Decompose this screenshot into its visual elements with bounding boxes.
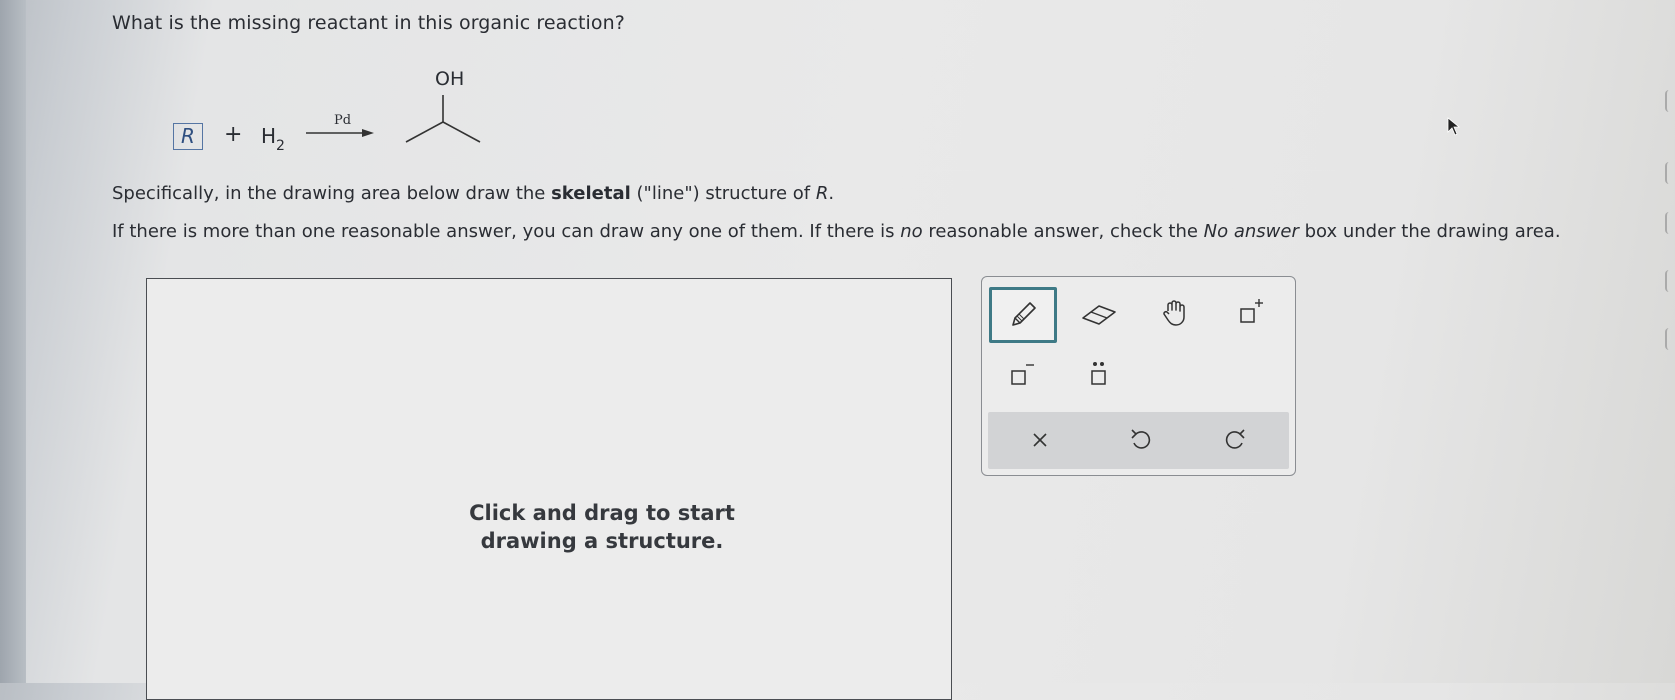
plus-sign: + — [224, 122, 243, 147]
catalyst-label: Pd — [334, 113, 352, 128]
action-bar — [988, 412, 1289, 469]
undo-icon — [1131, 429, 1151, 449]
drawing-canvas[interactable]: Click and drag to start drawing a struct… — [146, 278, 952, 700]
negative-charge-button[interactable] — [996, 351, 1048, 399]
hand-icon — [1163, 300, 1185, 326]
clear-icon — [1033, 433, 1047, 447]
drawing-toolbar — [981, 276, 1296, 476]
reaction-scheme: R + H2 Pd OH — [0, 0, 600, 160]
instruction-specifically: Specifically, in the drawing area below … — [112, 183, 835, 204]
lone-pair-icon — [1091, 362, 1106, 385]
eraser-tool-button[interactable] — [1073, 289, 1125, 337]
redo-button[interactable] — [1210, 416, 1262, 464]
pencil-tool-button[interactable] — [989, 287, 1057, 343]
positive-charge-icon — [1240, 299, 1263, 323]
clear-button[interactable] — [1014, 416, 1066, 464]
product-oh-label: OH — [435, 68, 465, 90]
lone-pair-button[interactable] — [1073, 351, 1125, 399]
undo-button[interactable] — [1114, 416, 1166, 464]
right-edge-controls — [1661, 90, 1675, 690]
hydrogen-label: H2 — [261, 124, 285, 154]
reaction-arrow-icon — [306, 129, 374, 137]
isopropanol-skeleton-icon — [405, 95, 481, 143]
move-tool-button[interactable] — [1149, 289, 1201, 337]
eraser-icon — [1082, 305, 1116, 325]
instruction-multiple-answers: If there is more than one reasonable ans… — [112, 221, 1561, 242]
negative-charge-icon — [1011, 364, 1034, 385]
drawing-hint: Click and drag to start drawing a struct… — [469, 501, 735, 553]
redo-icon — [1225, 429, 1245, 449]
positive-charge-button[interactable] — [1225, 289, 1277, 337]
pencil-icon — [1012, 302, 1036, 326]
cursor-icon — [1447, 117, 1461, 136]
reactant-r-box: R — [173, 123, 203, 150]
